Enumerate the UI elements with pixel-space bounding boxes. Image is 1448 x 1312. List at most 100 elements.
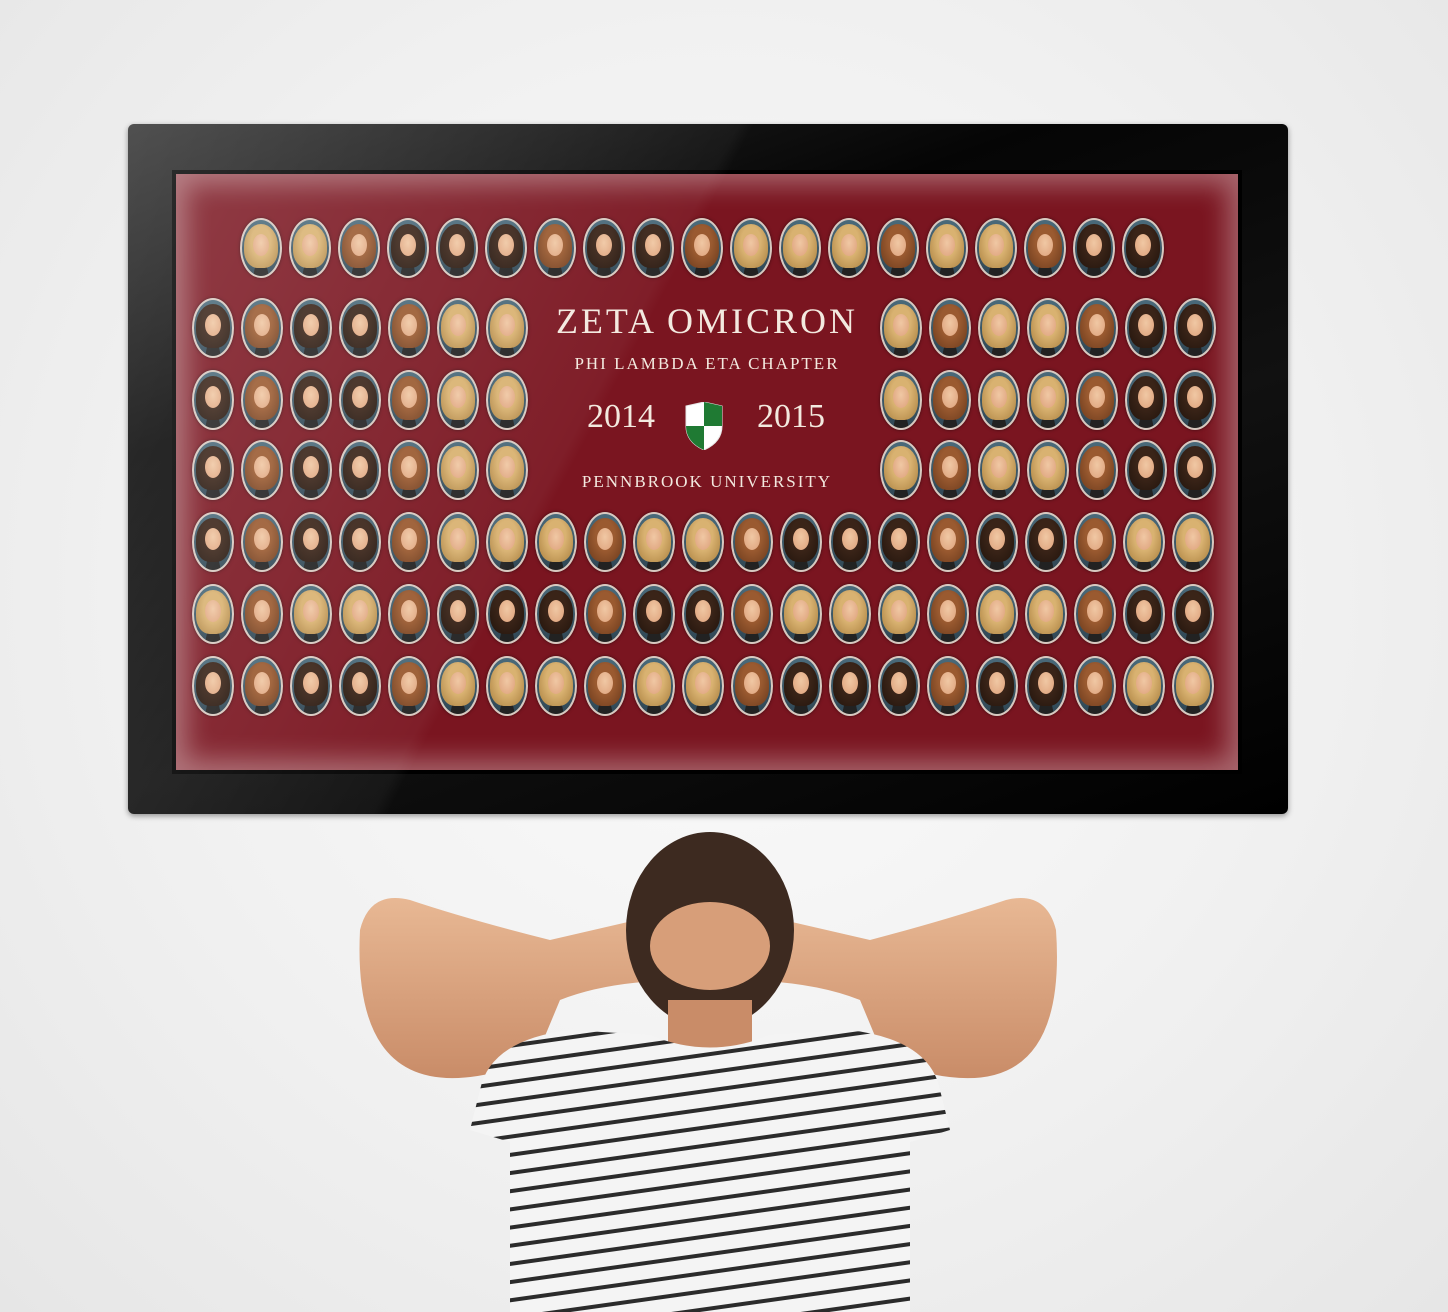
portrait-photo bbox=[290, 440, 332, 500]
portrait-photo bbox=[290, 656, 332, 716]
portrait-photo bbox=[388, 370, 430, 430]
portrait-photo bbox=[1073, 218, 1115, 278]
portrait-photo bbox=[584, 656, 626, 716]
portrait-photo bbox=[339, 370, 381, 430]
portrait-photo bbox=[731, 656, 773, 716]
portrait-photo bbox=[192, 584, 234, 644]
portrait-photo bbox=[290, 584, 332, 644]
portrait-photo bbox=[241, 298, 283, 358]
portrait-photo bbox=[1024, 218, 1066, 278]
portrait-photo bbox=[1172, 656, 1214, 716]
portrait-photo bbox=[241, 584, 283, 644]
portrait-photo bbox=[633, 656, 675, 716]
portrait-photo bbox=[780, 584, 822, 644]
portrait-photo bbox=[437, 584, 479, 644]
portrait-photo bbox=[829, 512, 871, 572]
portrait-photo bbox=[730, 218, 772, 278]
portrait-photo bbox=[338, 218, 380, 278]
portrait-photo bbox=[731, 512, 773, 572]
year-start: 2014 bbox=[587, 398, 655, 435]
portrait-photo bbox=[534, 218, 576, 278]
portrait-photo bbox=[486, 512, 528, 572]
portrait-photo bbox=[240, 218, 282, 278]
portrait-photo bbox=[339, 656, 381, 716]
portrait-photo bbox=[682, 584, 724, 644]
portrait-photo bbox=[584, 584, 626, 644]
portrait-photo bbox=[437, 298, 479, 358]
crest-shield bbox=[685, 402, 723, 450]
portrait-photo bbox=[633, 584, 675, 644]
portrait-photo bbox=[437, 440, 479, 500]
portrait-photo bbox=[1027, 370, 1069, 430]
portrait-photo bbox=[486, 370, 528, 430]
tv-screen: ZETA OMICRON PHI LAMBDA ETA CHAPTER 2014… bbox=[172, 170, 1242, 774]
board-title: ZETA OMICRON bbox=[555, 301, 859, 341]
portrait-photo bbox=[927, 584, 969, 644]
portrait-photo bbox=[535, 584, 577, 644]
portrait-photo bbox=[1174, 298, 1216, 358]
portrait-photo bbox=[1172, 584, 1214, 644]
portrait-photo bbox=[192, 656, 234, 716]
portrait-photo bbox=[780, 512, 822, 572]
portrait-photo bbox=[927, 656, 969, 716]
portrait-photo bbox=[978, 440, 1020, 500]
portrait-photo bbox=[535, 656, 577, 716]
portrait-photo bbox=[780, 656, 822, 716]
portrait-photo bbox=[682, 656, 724, 716]
portrait-photo bbox=[290, 370, 332, 430]
portrait-photo bbox=[241, 440, 283, 500]
portrait-photo bbox=[437, 656, 479, 716]
portrait-photo bbox=[1123, 512, 1165, 572]
portrait-photo bbox=[880, 440, 922, 500]
portrait-photo bbox=[926, 218, 968, 278]
television: ZETA OMICRON PHI LAMBDA ETA CHAPTER 2014… bbox=[128, 124, 1288, 814]
portrait-photo bbox=[1025, 656, 1067, 716]
portrait-photo bbox=[633, 512, 675, 572]
university-name: PENNBROOK UNIVERSITY bbox=[581, 472, 833, 491]
portrait-photo bbox=[437, 370, 479, 430]
portrait-photo bbox=[388, 298, 430, 358]
portrait-photo bbox=[1122, 218, 1164, 278]
portrait-photo bbox=[192, 512, 234, 572]
portrait-photo bbox=[486, 440, 528, 500]
portrait-photo bbox=[289, 218, 331, 278]
portrait-photo bbox=[339, 298, 381, 358]
portrait-photo bbox=[388, 512, 430, 572]
portrait-photo bbox=[1125, 440, 1167, 500]
portrait-photo bbox=[927, 512, 969, 572]
portrait-photo bbox=[535, 512, 577, 572]
portrait-photo bbox=[880, 370, 922, 430]
portrait-photo bbox=[1074, 656, 1116, 716]
portrait-photo bbox=[878, 584, 920, 644]
portrait-photo bbox=[828, 218, 870, 278]
portrait-photo bbox=[387, 218, 429, 278]
portrait-photo bbox=[1174, 370, 1216, 430]
year-end: 2015 bbox=[757, 398, 825, 435]
portrait-photo bbox=[681, 218, 723, 278]
portrait-photo bbox=[1076, 370, 1118, 430]
portrait-photo bbox=[241, 656, 283, 716]
portrait-photo bbox=[339, 584, 381, 644]
portrait-photo bbox=[829, 584, 871, 644]
portrait-photo bbox=[388, 584, 430, 644]
portrait-photo bbox=[975, 218, 1017, 278]
portrait-photo bbox=[878, 512, 920, 572]
portrait-photo bbox=[1123, 656, 1165, 716]
portrait-photo bbox=[437, 512, 479, 572]
portrait-photo bbox=[1025, 512, 1067, 572]
portrait-photo bbox=[339, 512, 381, 572]
portrait-photo bbox=[1074, 512, 1116, 572]
portrait-photo bbox=[584, 512, 626, 572]
portrait-photo bbox=[929, 298, 971, 358]
portrait-photo bbox=[486, 298, 528, 358]
portrait-photo bbox=[682, 512, 724, 572]
portrait-photo bbox=[779, 218, 821, 278]
portrait-photo bbox=[978, 298, 1020, 358]
portrait-photo bbox=[929, 370, 971, 430]
portrait-photo bbox=[388, 656, 430, 716]
portrait-photo bbox=[1025, 584, 1067, 644]
portrait-photo bbox=[1076, 298, 1118, 358]
portrait-photo bbox=[976, 512, 1018, 572]
portrait-photo bbox=[485, 218, 527, 278]
portrait-photo bbox=[829, 656, 871, 716]
